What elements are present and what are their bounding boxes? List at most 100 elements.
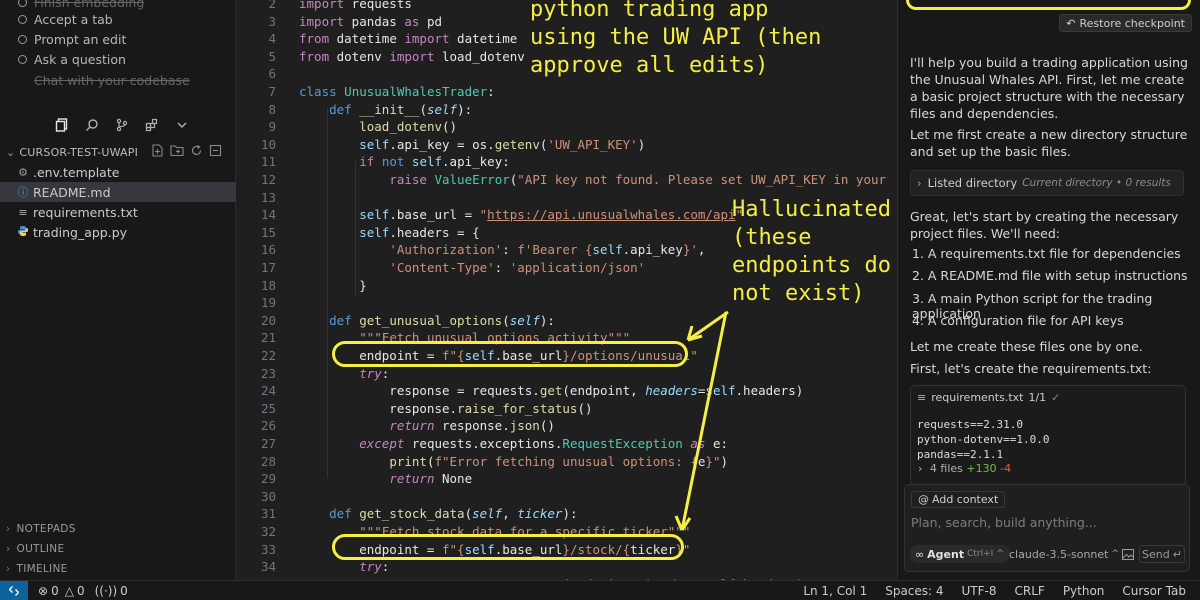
- gear-icon: ⚙: [18, 165, 28, 179]
- line-number: 18: [260, 277, 276, 293]
- circle-icon: [18, 0, 27, 7]
- chevron-up-icon: ^: [1111, 549, 1120, 559]
- code-text: if not self.api_key:: [359, 154, 510, 170]
- enter-icon: ↵: [1172, 547, 1182, 561]
- chat-message-one-by-one: Let me create these files one by one.: [910, 339, 1143, 354]
- code-line: 26 return response.json(): [236, 418, 896, 436]
- line-number: 17: [260, 260, 276, 275]
- chat-input[interactable]: Plan, search, build anything...: [911, 515, 1097, 530]
- status-bar-right: Ln 1, Col 1 Spaces: 4 UTF-8 CRLF Python …: [803, 581, 1186, 600]
- code-line: python-dotenv==1.0.0: [917, 433, 1050, 446]
- code-line: 11 if not self.api_key:: [236, 154, 896, 172]
- indentation[interactable]: Spaces: 4: [885, 584, 943, 598]
- line-number: 23: [260, 365, 276, 381]
- file-item-trading-app[interactable]: trading_app.py: [0, 222, 236, 242]
- code-text: class UnusualWhalesTrader:: [299, 84, 495, 99]
- circle-icon: [18, 34, 27, 44]
- code-text: return response.json(): [389, 418, 555, 434]
- chat-message-intro: I'll help you build a trading applicatio…: [910, 55, 1188, 121]
- code-text: 'Authorization': f'Bearer {self.api_key}…: [389, 242, 706, 258]
- python-icon: [16, 225, 30, 240]
- code-line: 20 def get_unusual_options(self):: [236, 313, 896, 331]
- highlight-oval: [332, 341, 688, 367]
- code-line: 25 response.raise_for_status(): [236, 401, 896, 419]
- code-text: response = requests.get(endpoint, header…: [299, 383, 804, 399]
- file-item-requirements[interactable]: ≡ requirements.txt: [0, 202, 236, 222]
- files-icon[interactable]: [52, 115, 72, 135]
- line-number: 22: [260, 348, 276, 363]
- annotation-hallucinated: Hallucinated! (these endpoints do not ex…: [732, 197, 896, 306]
- code-text: def get_unusual_options(self):: [329, 312, 555, 328]
- line-number: 16: [260, 242, 276, 258]
- code-block-header[interactable]: ≡ requirements.txt 1/1 ✓: [917, 391, 1060, 404]
- chevron-down-icon[interactable]: [172, 115, 192, 135]
- files-changed-summary[interactable]: › 4 files +130 -4: [918, 462, 1011, 475]
- status-bar: ⊗ 0 △ 0 ((·)) 0 Ln 1, Col 1 Spaces: 4 UT…: [0, 580, 1200, 600]
- file-item-env-template[interactable]: ⚙ .env.template: [0, 162, 236, 182]
- ports-indicator[interactable]: ((·)) 0: [95, 584, 128, 598]
- suggestion-item[interactable]: Prompt an edit: [18, 29, 126, 49]
- section-outline[interactable]: › OUTLINE: [0, 539, 236, 559]
- error-icon: ⊗: [38, 583, 49, 598]
- add-context-button[interactable]: @ Add context: [911, 491, 1006, 508]
- line-number: 2: [268, 0, 276, 11]
- suggestion-item[interactable]: Accept a tab: [18, 9, 113, 29]
- code-line: pandas==2.1.1: [917, 448, 1004, 461]
- code-line: requests==2.31.0: [917, 418, 1023, 431]
- cursor-tab-status[interactable]: Cursor Tab: [1122, 584, 1186, 598]
- line-number: 5: [268, 48, 276, 64]
- code-text: }: [299, 277, 367, 293]
- language-mode[interactable]: Python: [1063, 584, 1105, 598]
- file-item-readme[interactable]: ⓘ README.md: [0, 182, 236, 202]
- encoding[interactable]: UTF-8: [962, 584, 997, 598]
- search-icon[interactable]: [82, 115, 102, 135]
- line-number: 27: [260, 436, 276, 451]
- code-line: 23 try:: [236, 366, 896, 384]
- broadcast-icon: ((·)): [94, 583, 118, 598]
- code-text: except requests.exceptions.RequestExcept…: [359, 436, 729, 451]
- suggestion-item[interactable]: Ask a question: [18, 49, 126, 69]
- indent-guide: [355, 161, 356, 296]
- model-selector[interactable]: claude-3.5-sonnet ^: [1009, 545, 1119, 563]
- agent-mode-selector[interactable]: ∞ Agent Ctrl+I ^: [909, 545, 1010, 563]
- chevron-right-icon: ›: [918, 462, 923, 475]
- line-number: 8: [268, 101, 276, 117]
- line-number: 32: [260, 524, 276, 539]
- refresh-icon[interactable]: [190, 144, 203, 160]
- line-ending[interactable]: CRLF: [1015, 584, 1045, 598]
- restore-checkpoint-button[interactable]: ↶ Restore checkpoint: [1059, 14, 1192, 32]
- line-number: 13: [260, 189, 276, 205]
- problems-indicator[interactable]: ⊗ 0 △ 0: [38, 584, 85, 598]
- section-timeline[interactable]: › TIMELINE: [0, 559, 236, 579]
- new-folder-icon[interactable]: [170, 144, 184, 160]
- code-text: import requests: [299, 0, 412, 11]
- new-file-icon[interactable]: [151, 144, 164, 160]
- send-button[interactable]: Send ↵: [1139, 545, 1185, 563]
- chat-message-intro2: Let me first create a new directory stru…: [910, 127, 1188, 159]
- source-control-icon[interactable]: [112, 115, 132, 135]
- at-icon: @: [918, 493, 929, 506]
- remote-icon[interactable]: [0, 580, 28, 600]
- activity-toolbar: [52, 115, 192, 135]
- cursor-position[interactable]: Ln 1, Col 1: [803, 584, 867, 598]
- lines-icon: ≡: [917, 391, 927, 404]
- extensions-icon[interactable]: [142, 115, 162, 135]
- chevron-up-icon: ^: [996, 549, 1004, 559]
- code-text: def __init__(self):: [329, 101, 473, 117]
- image-upload-icon[interactable]: [1119, 545, 1137, 563]
- explorer-header[interactable]: ⌄ CURSOR-TEST-UWAPI: [0, 142, 236, 162]
- warning-icon: △: [64, 583, 74, 598]
- collapse-icon[interactable]: [209, 144, 222, 160]
- code-editor[interactable]: 2 import requests 3 import pandas as pd 4 fro…: [236, 0, 896, 580]
- code-text: self.base_url = "https://api.unusualwhal…: [359, 207, 744, 223]
- section-notepads[interactable]: › NOTEPADS: [0, 519, 236, 539]
- code-line: 12 raise ValueError("API key not found. …: [236, 172, 896, 190]
- code-text: self.api_key = os.getenv('UW_API_KEY'): [359, 136, 646, 152]
- line-number: 14: [260, 207, 276, 223]
- suggestion-item[interactable]: Chat with your codebase: [18, 70, 190, 90]
- code-line: 24 response = requests.get(endpoint, hea…: [236, 383, 896, 401]
- listed-directory-step[interactable]: › Listed directory Current directory • 0…: [910, 170, 1184, 196]
- circle-icon: [18, 54, 27, 64]
- code-line: 8 def __init__(self):: [236, 102, 896, 120]
- line-number: 4: [268, 31, 276, 47]
